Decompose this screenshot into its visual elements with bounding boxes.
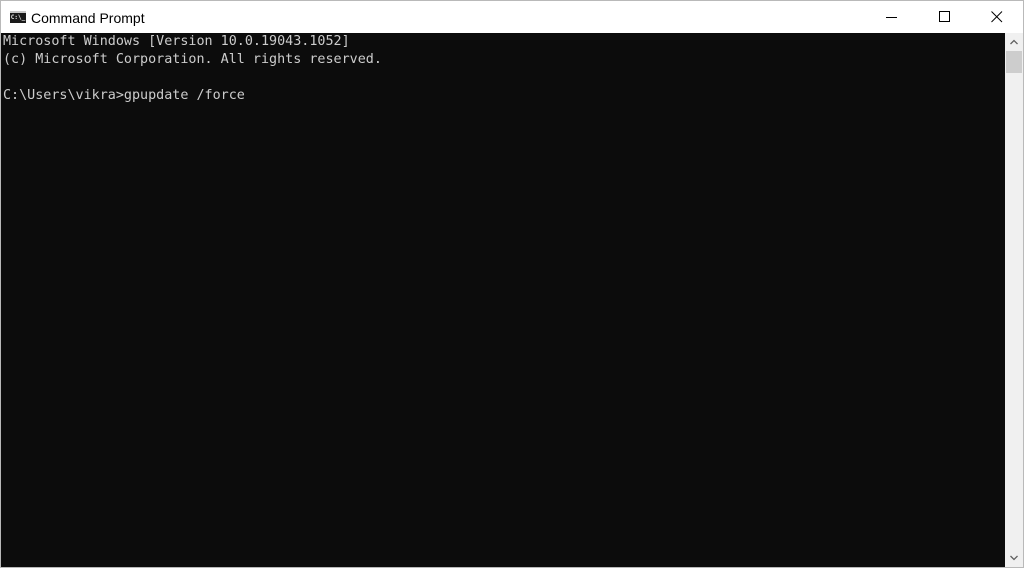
scroll-down-button[interactable] bbox=[1005, 549, 1023, 567]
cmd-icon[interactable]: C:\_ bbox=[10, 11, 26, 23]
vertical-scrollbar[interactable] bbox=[1005, 33, 1023, 567]
close-icon bbox=[991, 11, 1003, 23]
console-line-copyright: (c) Microsoft Corporation. All rights re… bbox=[3, 52, 382, 67]
chevron-up-icon bbox=[1010, 39, 1018, 45]
console-output[interactable]: Microsoft Windows [Version 10.0.19043.10… bbox=[1, 33, 1005, 567]
chevron-down-icon bbox=[1010, 555, 1018, 561]
maximize-icon bbox=[939, 11, 950, 22]
window-title: Command Prompt bbox=[31, 10, 145, 26]
close-button[interactable] bbox=[974, 1, 1020, 33]
minimize-button[interactable] bbox=[869, 1, 915, 33]
minimize-icon bbox=[886, 17, 897, 18]
maximize-button[interactable] bbox=[922, 1, 968, 33]
scroll-up-button[interactable] bbox=[1005, 33, 1023, 51]
scrollbar-thumb[interactable] bbox=[1006, 51, 1022, 73]
console-prompt-line[interactable]: C:\Users\vikra>gpupdate /force bbox=[1, 87, 1005, 105]
command-prompt-window: C:\_ Command Prompt Microsoft Windows [V… bbox=[0, 0, 1024, 568]
title-bar[interactable]: C:\_ Command Prompt bbox=[1, 1, 1023, 33]
console-line-version: Microsoft Windows [Version 10.0.19043.10… bbox=[3, 34, 350, 49]
